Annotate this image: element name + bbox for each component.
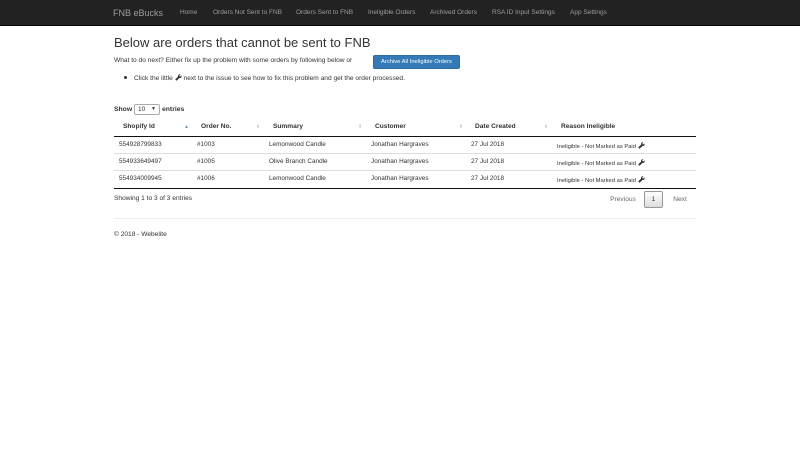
entries-label: entries — [162, 106, 185, 113]
cell-reason: Ineligible - Not Marked as Paid — [557, 176, 645, 184]
nav-link-app-settings[interactable]: App Settings — [570, 0, 607, 26]
pagination-page-1[interactable]: 1 — [644, 191, 663, 208]
intro-text: What to do next? Either fix up the probl… — [114, 57, 353, 64]
col-header-summary[interactable]: Summary — [273, 123, 303, 130]
page-length-value: 10 — [138, 106, 146, 113]
sort-both-icon[interactable]: ⬍ — [544, 123, 548, 131]
row-divider — [114, 153, 696, 154]
cell-summary: Olive Branch Candle — [269, 158, 328, 165]
nav-link-orders-sent[interactable]: Orders Sent to FNB — [296, 0, 353, 26]
sort-both-icon[interactable]: ⬍ — [358, 123, 362, 131]
reason-text: Ineligible - Not Marked as Paid — [557, 144, 636, 150]
caret-down-icon: ▼ — [151, 106, 156, 112]
cell-date-created: 27 Jul 2018 — [471, 175, 505, 182]
table-footer-rule — [114, 188, 696, 189]
nav-link-home[interactable]: Home — [180, 0, 197, 26]
nav-link-ineligible-orders[interactable]: Ineligible Orders — [368, 0, 415, 26]
sort-both-icon[interactable]: ⬍ — [459, 123, 463, 131]
col-header-customer[interactable]: Customer — [375, 123, 406, 130]
cell-order-no: #1003 — [197, 141, 215, 148]
table-info: Showing 1 to 3 of 3 entries — [114, 195, 193, 202]
pagination-previous[interactable]: Previous — [604, 192, 642, 208]
fix-hint-before: Click the little — [134, 75, 173, 82]
cell-customer: Jonathan Hargraves — [371, 175, 429, 182]
fix-hint-after: next to the issue to see how to fix this… — [183, 75, 405, 82]
nav-link-archived-orders[interactable]: Archived Orders — [430, 0, 477, 26]
cell-reason: Ineligible - Not Marked as Paid — [557, 142, 645, 150]
wrench-icon[interactable] — [637, 176, 645, 183]
sort-both-icon[interactable]: ⬍ — [256, 123, 260, 131]
cell-reason: Ineligible - Not Marked as Paid — [557, 159, 645, 167]
nav-link-orders-not-sent[interactable]: Orders Not Sent to FNB — [213, 0, 282, 26]
col-header-date-created[interactable]: Date Created — [475, 123, 516, 130]
page-length-select[interactable]: 10 ▼ — [134, 104, 160, 115]
nav-link-rsa-id-settings[interactable]: RSA ID Input Settings — [492, 0, 555, 26]
sort-up-icon[interactable]: ▲ — [184, 123, 189, 131]
cell-order-no: #1005 — [197, 158, 215, 165]
show-label: Show — [114, 106, 133, 113]
wrench-icon[interactable] — [637, 159, 645, 166]
cell-summary: Lemonwood Candle — [269, 141, 326, 148]
cell-date-created: 27 Jul 2018 — [471, 158, 505, 165]
cell-customer: Jonathan Hargraves — [371, 141, 429, 148]
table-header-rule — [114, 136, 696, 137]
col-header-shopify-id[interactable]: Shopify Id — [123, 123, 155, 130]
cell-summary: Lemonwood Candle — [269, 175, 326, 182]
footer-divider — [114, 218, 696, 219]
reason-text: Ineligible - Not Marked as Paid — [557, 178, 636, 184]
reason-text: Ineligible - Not Marked as Paid — [557, 161, 636, 167]
cell-shopify-id: 554934009945 — [119, 175, 162, 182]
pagination-next[interactable]: Next — [667, 192, 693, 208]
archive-all-button[interactable]: Archive All Ineligible Orders — [373, 55, 460, 69]
cell-order-no: #1006 — [197, 175, 215, 182]
navbar: FNB eBucks Home Orders Not Sent to FNB O… — [0, 0, 800, 26]
cell-customer: Jonathan Hargraves — [371, 158, 429, 165]
col-header-order-no[interactable]: Order No. — [201, 123, 231, 130]
col-header-reason-ineligible[interactable]: Reason Ineligible — [561, 123, 615, 130]
page-title: Below are orders that cannot be sent to … — [114, 35, 371, 50]
footer-copyright: © 2018 - Webelite — [114, 231, 167, 238]
cell-date-created: 27 Jul 2018 — [471, 141, 505, 148]
wrench-icon[interactable] — [637, 142, 645, 149]
navbar-brand[interactable]: FNB eBucks — [113, 0, 163, 26]
row-divider — [114, 170, 696, 171]
cell-shopify-id: 554928799833 — [119, 141, 162, 148]
wrench-icon — [175, 74, 182, 81]
fix-hint: Click the little next to the issue to se… — [134, 74, 405, 82]
bullet-dot — [124, 76, 127, 79]
cell-shopify-id: 554933649497 — [119, 158, 162, 165]
